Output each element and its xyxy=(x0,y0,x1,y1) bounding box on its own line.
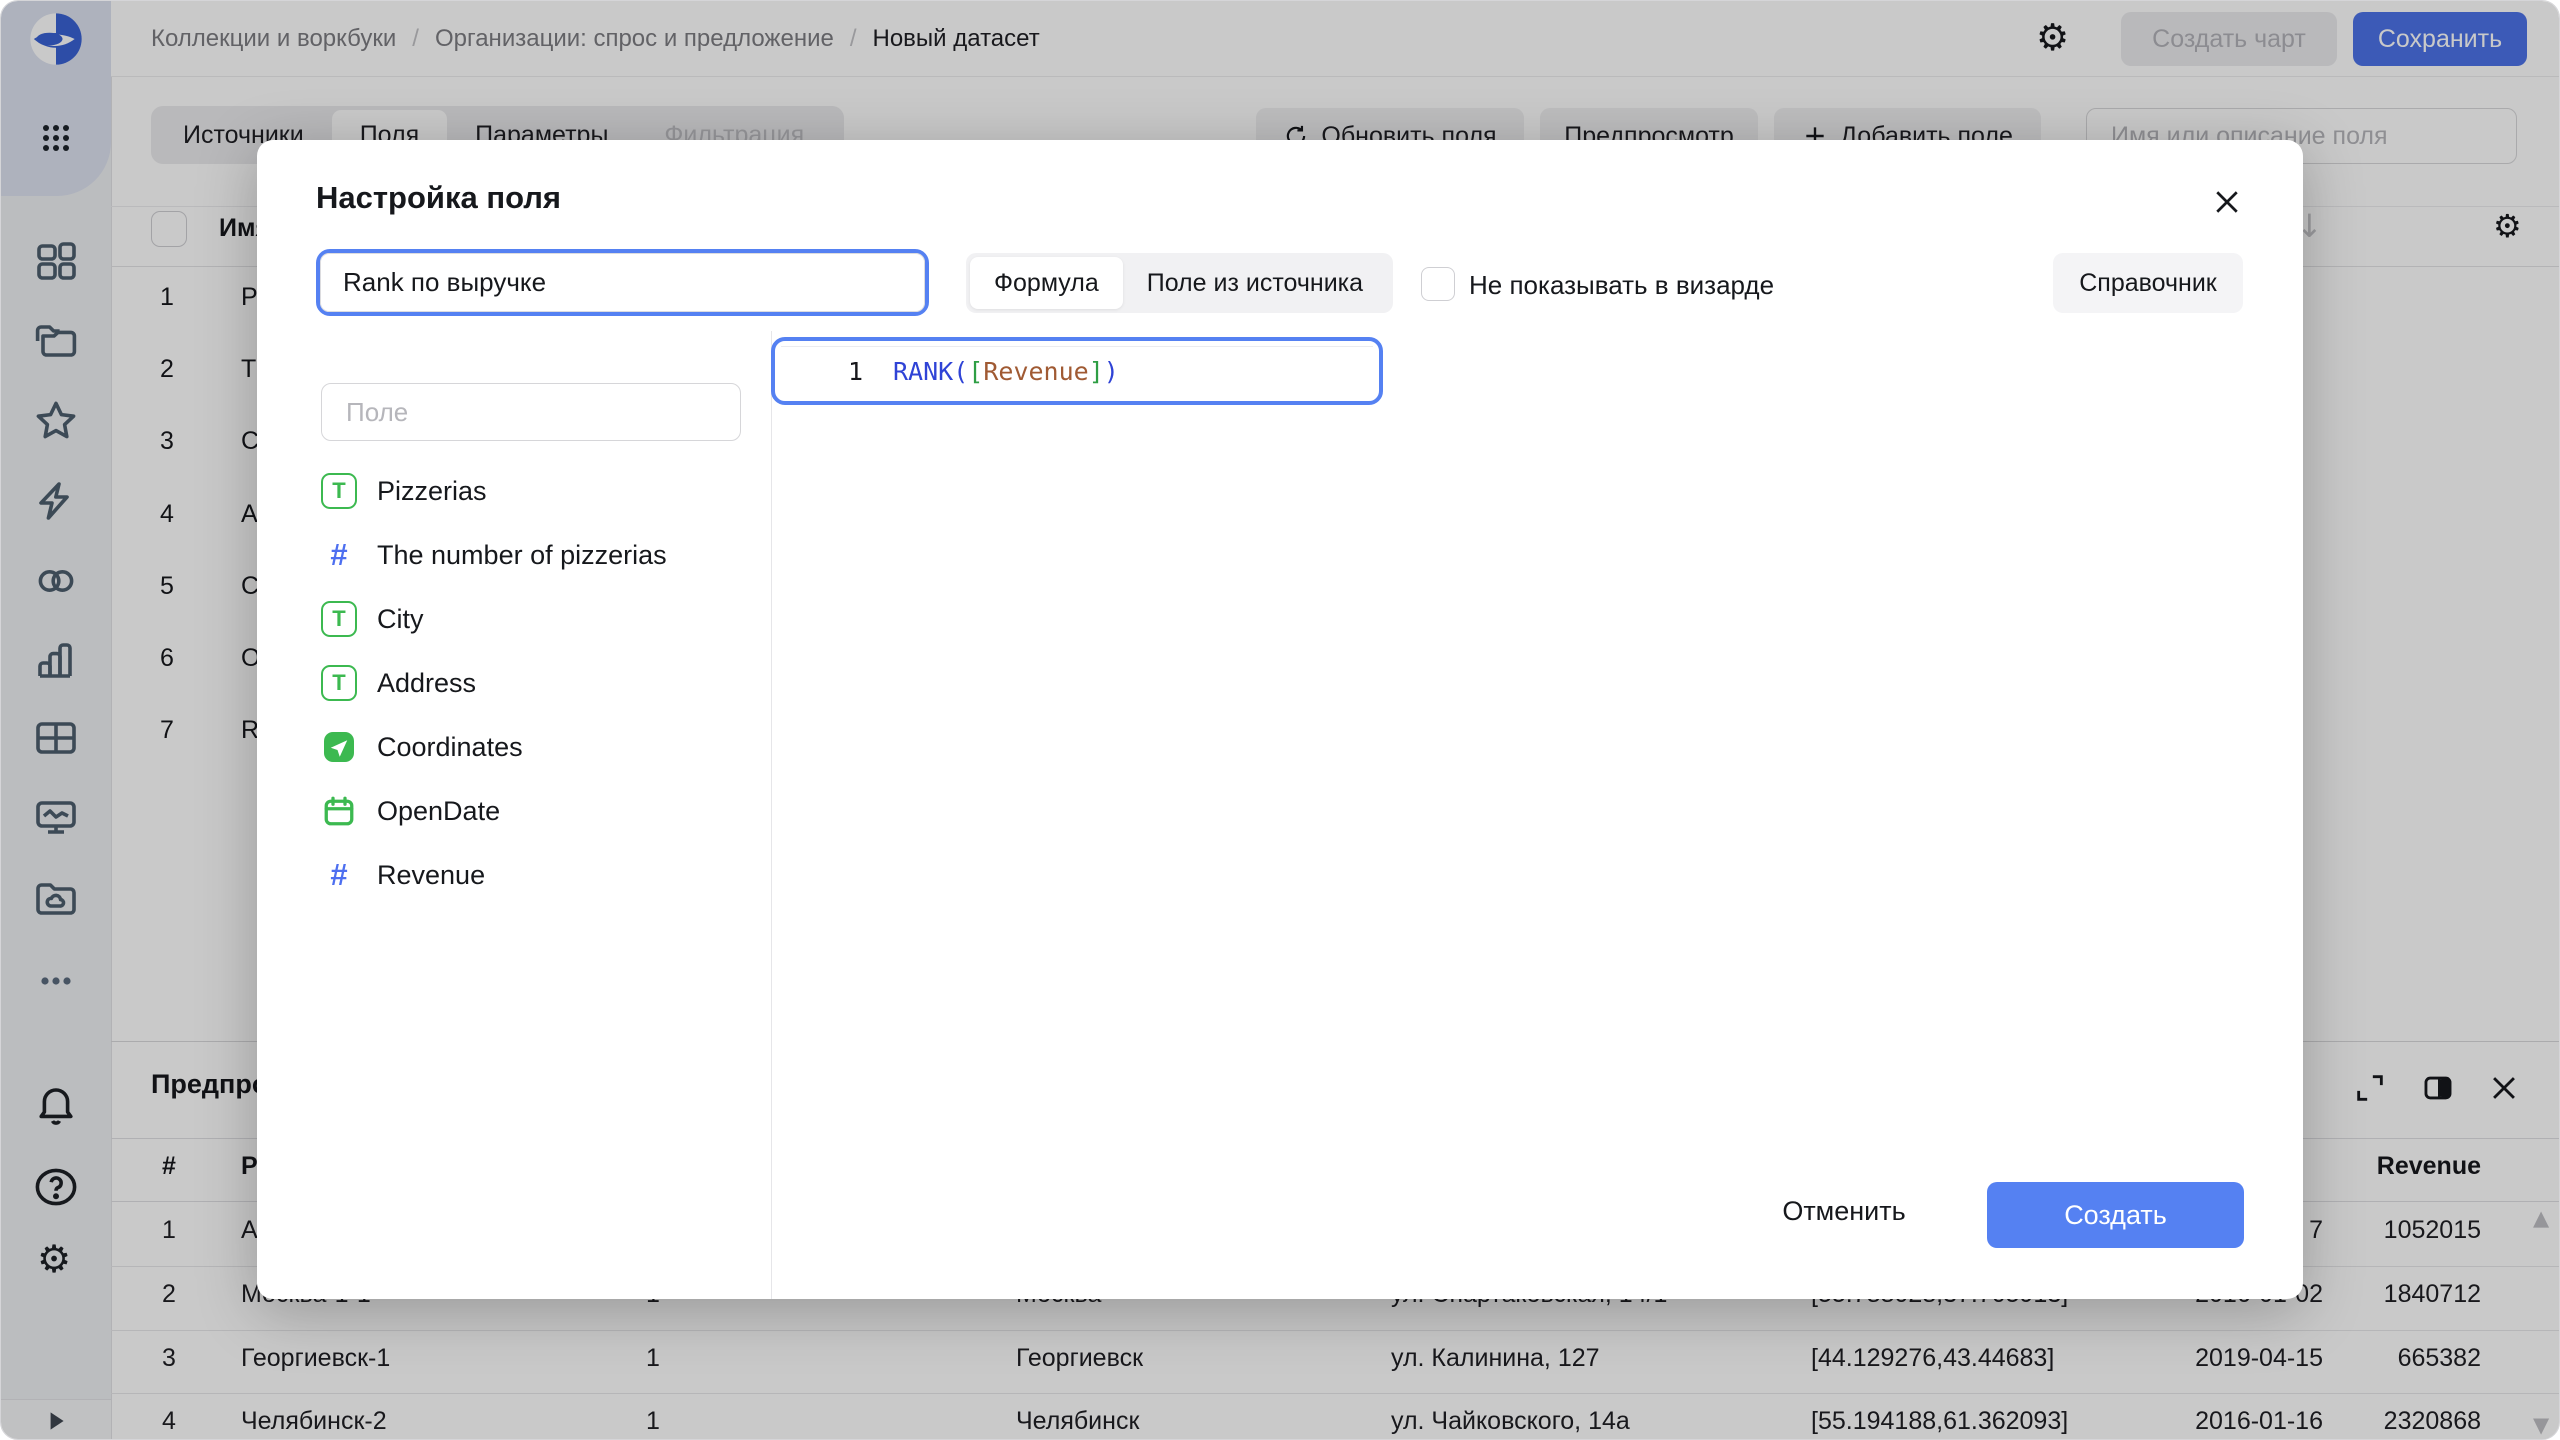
field-list-label: OpenDate xyxy=(377,796,500,827)
hide-in-wizard-checkbox[interactable] xyxy=(1421,267,1455,301)
number-type-icon: # xyxy=(321,857,357,893)
field-list-label: Revenue xyxy=(377,860,485,891)
app-window: ⚙ Коллекции и воркбуки / Организации: сп… xyxy=(0,0,2560,1440)
formula-code[interactable]: RANK([Revenue]) xyxy=(893,357,1119,386)
formula-editor[interactable]: 1 RANK([Revenue]) xyxy=(771,337,1383,405)
modal-field-search-input[interactable] xyxy=(321,383,741,441)
field-list-item[interactable]: # Revenue xyxy=(321,853,485,897)
formula-token-bracket: [ xyxy=(968,357,983,386)
field-settings-modal: Настройка поля Формула Поле из источника… xyxy=(257,140,2303,1299)
date-type-icon xyxy=(321,793,357,829)
field-list-item[interactable]: # The number of pizzerias xyxy=(321,533,667,577)
field-list-label: Address xyxy=(377,668,476,699)
field-mode-segmented-control: Формула Поле из источника xyxy=(966,253,1393,313)
string-type-icon: T xyxy=(321,473,357,509)
dictionary-button[interactable]: Справочник xyxy=(2053,253,2243,313)
number-type-icon: # xyxy=(321,537,357,573)
string-type-icon: T xyxy=(321,665,357,701)
field-list-label: The number of pizzerias xyxy=(377,540,667,571)
formula-token-bracket: ] xyxy=(1089,357,1104,386)
field-list-item[interactable]: Coordinates xyxy=(321,725,523,769)
formula-editor-topline xyxy=(781,346,1373,347)
field-list-label: Coordinates xyxy=(377,732,523,763)
geo-type-icon xyxy=(321,729,357,765)
modal-close-icon[interactable] xyxy=(2209,184,2245,220)
formula-token-paren: ( xyxy=(953,357,968,386)
modal-title: Настройка поля xyxy=(316,180,561,216)
field-list-item[interactable]: T City xyxy=(321,597,424,641)
formula-line-number: 1 xyxy=(775,357,893,386)
field-list-item[interactable]: T Pizzerias xyxy=(321,469,487,513)
field-list-item[interactable]: T Address xyxy=(321,661,476,705)
hide-in-wizard-label: Не показывать в визарде xyxy=(1469,270,1774,301)
create-button[interactable]: Создать xyxy=(1987,1182,2244,1248)
mode-tab-source-field[interactable]: Поле из источника xyxy=(1123,257,1387,309)
modal-panel-divider xyxy=(771,331,772,1299)
field-name-input[interactable] xyxy=(320,253,925,312)
field-list-label: City xyxy=(377,604,424,635)
field-list-item[interactable]: OpenDate xyxy=(321,789,500,833)
field-name-input-wrapper xyxy=(316,249,929,316)
string-type-icon: T xyxy=(321,601,357,637)
formula-token-paren: ) xyxy=(1104,357,1119,386)
formula-token-keyword: RANK xyxy=(893,357,953,386)
formula-token-field: Revenue xyxy=(983,357,1088,386)
cancel-button[interactable]: Отменить xyxy=(1754,1196,1934,1232)
field-list-label: Pizzerias xyxy=(377,476,487,507)
mode-tab-formula[interactable]: Формула xyxy=(970,257,1123,309)
